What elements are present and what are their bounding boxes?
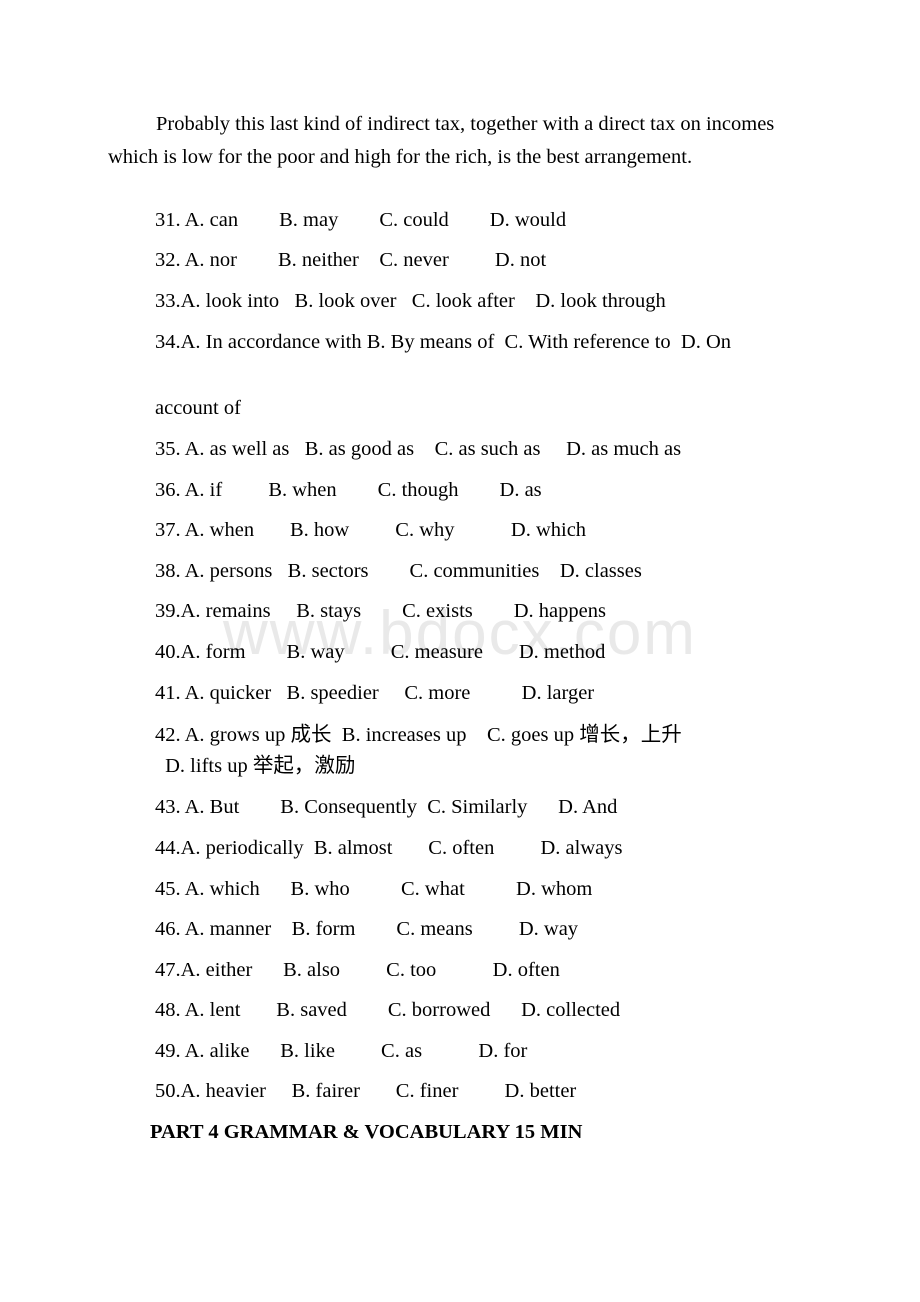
question-44: 44.A. periodically B. almost C. often D.… [155, 837, 623, 859]
question-41: 41. A. quicker B. speedier C. more D. la… [155, 682, 595, 704]
question-32: 32. A. nor B. neither C. never D. not [155, 249, 547, 271]
question-36: 36. A. if B. when C. though D. as [155, 479, 542, 501]
question-45: 45. A. which B. who C. what D. whom [155, 878, 593, 900]
question-46: 46. A. manner B. form C. means D. way [155, 918, 579, 940]
question-47: 47.A. either B. also C. too D. often [155, 959, 560, 981]
question-42-line-2: D. lifts up 举起，激励 [160, 755, 356, 777]
question-38: 38. A. persons B. sectors C. communities… [155, 560, 642, 582]
question-50: 50.A. heavier B. fairer C. finer D. bett… [155, 1080, 577, 1102]
question-43: 43. A. But B. Consequently C. Similarly … [155, 796, 618, 818]
question-37: 37. A. when B. how C. why D. which [155, 519, 587, 541]
question-49: 49. A. alike B. like C. as D. for [155, 1040, 528, 1062]
question-40: 40.A. form B. way C. measure D. method [155, 641, 606, 663]
question-48: 48. A. lent B. saved C. borrowed D. coll… [155, 999, 621, 1021]
intro-paragraph: Probably this last kind of indirect tax,… [108, 113, 780, 168]
question-42-line-1: 42. A. grows up 成长 B. increases up C. go… [155, 724, 682, 746]
question-34: 34.A. In accordance with B. By means of … [155, 331, 732, 353]
question-34-continuation: account of [155, 397, 241, 419]
part-4-heading: PART 4 GRAMMAR & VOCABULARY 15 MIN [150, 1121, 583, 1143]
question-33: 33.A. look into B. look over C. look aft… [155, 290, 666, 312]
question-39: 39.A. remains B. stays C. exists D. happ… [155, 600, 606, 622]
document-page: www.bdocx.com Probably this last kind of… [0, 0, 920, 1302]
question-31: 31. A. can B. may C. could D. would [155, 209, 567, 231]
question-35: 35. A. as well as B. as good as C. as su… [155, 438, 682, 460]
